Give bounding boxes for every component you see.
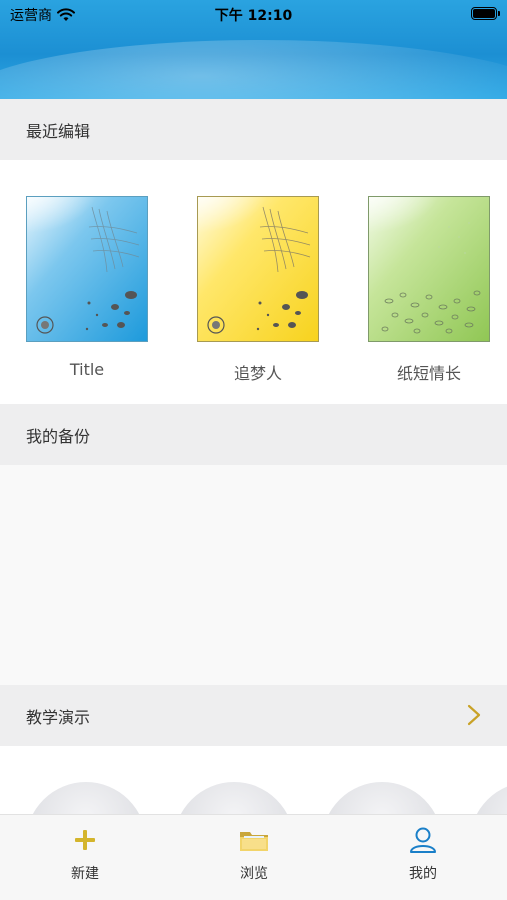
book-title: Title (69, 360, 105, 379)
demo-carousel (0, 746, 507, 814)
tab-mine-label: 我的 (409, 866, 437, 882)
book-title: 纸短情长 (396, 364, 461, 383)
battery-icon (471, 7, 500, 20)
recent-list: Title 追梦人 纸短情长 (0, 160, 507, 404)
app-header: 运营商 下午 12:10 (0, 0, 507, 99)
tab-new-label: 新建 (71, 866, 99, 882)
recent-item[interactable]: Title (26, 196, 148, 379)
recent-item[interactable]: 追梦人 (197, 196, 319, 383)
demo-item[interactable] (470, 782, 507, 814)
person-icon (410, 827, 436, 853)
status-time: 下午 12:10 (214, 8, 293, 24)
section-title-demo: 教学演示 (26, 707, 91, 727)
section-title-recent: 最近编辑 (26, 121, 91, 141)
section-title-backup: 我的备份 (26, 426, 91, 446)
cover-art-green (369, 197, 489, 341)
book-title: 追梦人 (233, 364, 282, 383)
tab-bar: 新建 浏览 我的 (0, 814, 507, 900)
cover-art-yellow (198, 197, 318, 341)
tab-browse-label: 浏览 (240, 866, 268, 882)
chevron-right-icon[interactable] (467, 704, 481, 726)
demo-item[interactable] (174, 782, 294, 814)
demo-item[interactable] (26, 782, 146, 814)
tab-mine[interactable]: 我的 (378, 825, 468, 883)
tab-browse[interactable]: 浏览 (209, 825, 299, 883)
plus-icon (75, 830, 95, 850)
cover-art-blue (27, 197, 147, 341)
backup-list (0, 465, 507, 685)
tab-new[interactable]: 新建 (40, 825, 130, 883)
book-cover (368, 196, 490, 342)
section-header-backup: 我的备份 (0, 404, 507, 465)
recent-item[interactable]: 纸短情长 (368, 196, 490, 383)
status-bar: 运营商 下午 12:10 (0, 0, 507, 28)
folder-icon (240, 832, 268, 851)
section-header-demo[interactable]: 教学演示 (0, 685, 507, 746)
book-cover (26, 196, 148, 342)
book-cover (197, 196, 319, 342)
section-header-recent: 最近编辑 (0, 99, 507, 160)
demo-item[interactable] (322, 782, 442, 814)
header-sheen (0, 40, 507, 99)
